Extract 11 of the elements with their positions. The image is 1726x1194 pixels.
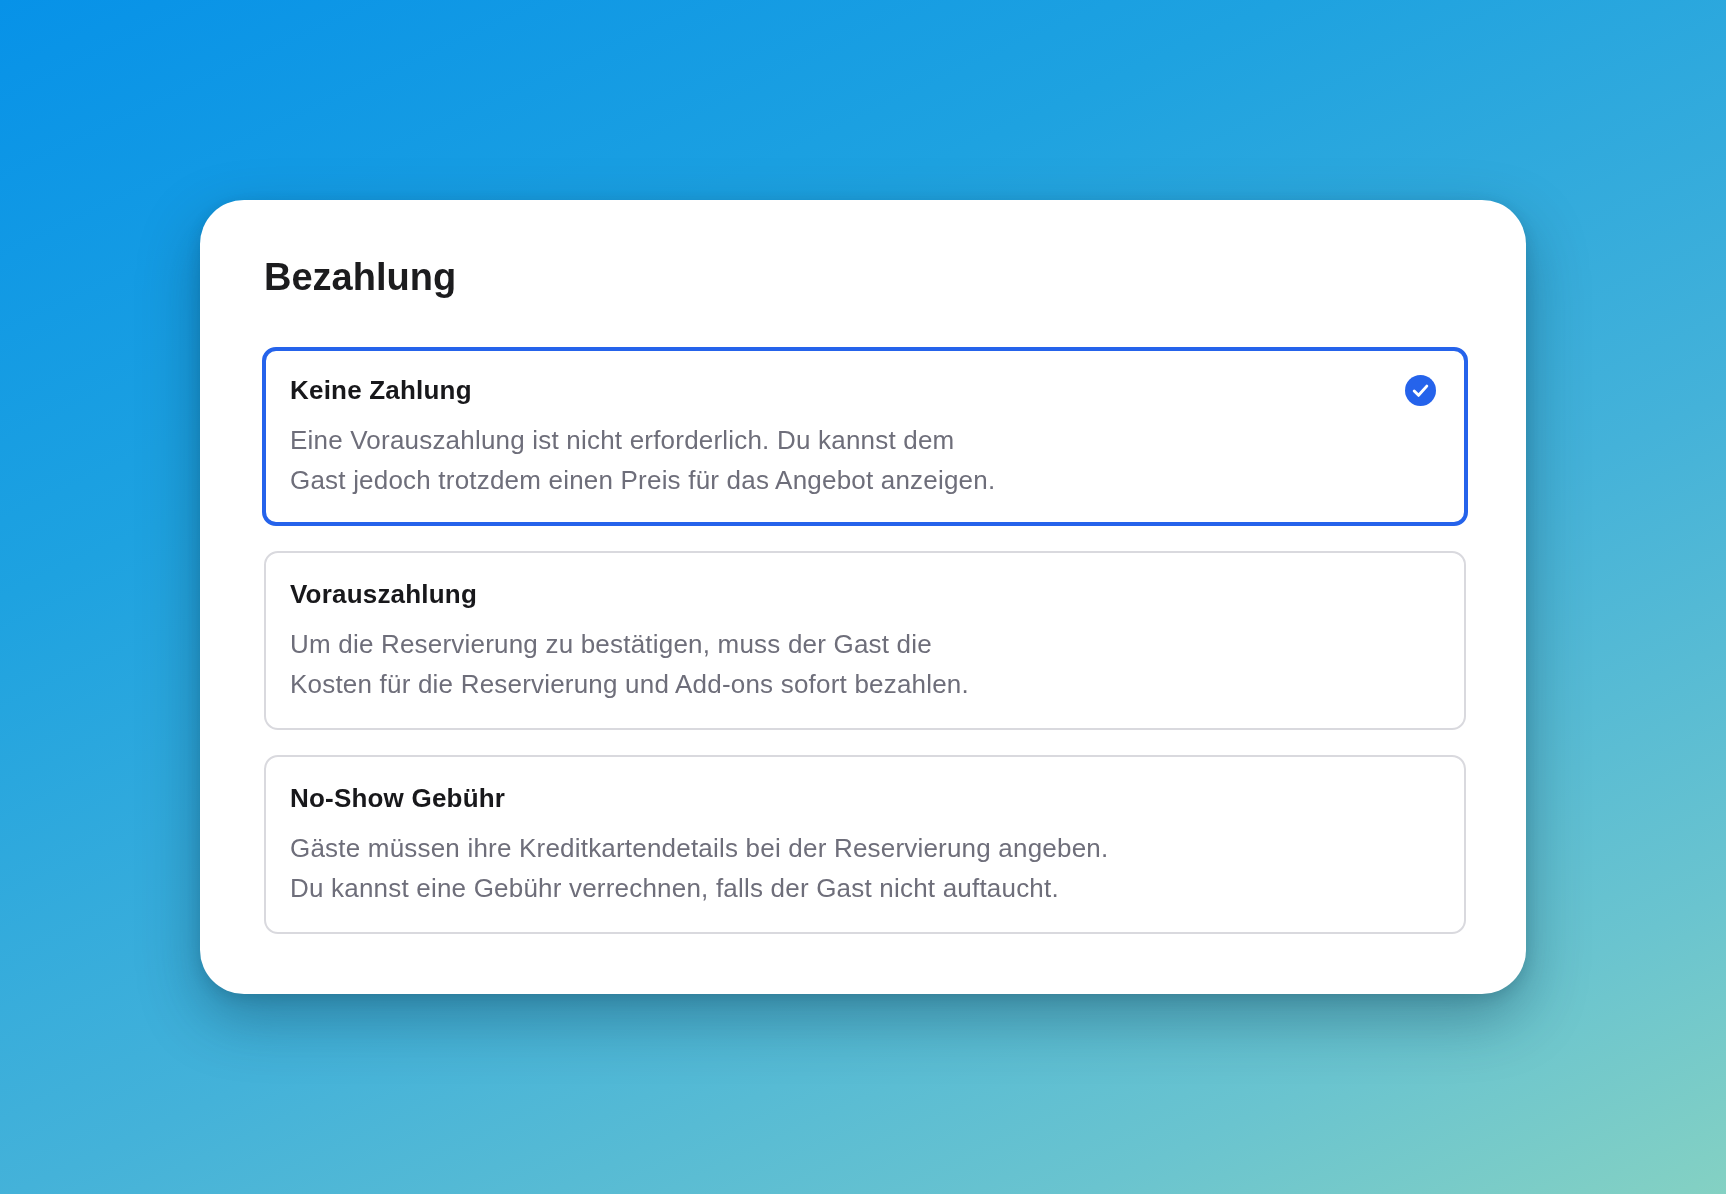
option-description: Eine Vorauszahlung ist nicht erforderlich. Du kannst dem Gast jedoch trotzdem einen Preis für das Angebot anzeigen. [290, 424, 997, 497]
option-description: Gäste müssen ihre Kreditkartendetails bei der Reservierung angeben. Du kannst eine Gebühr verrechnen, falls der Gast nicht auftaucht. [290, 832, 1110, 905]
option-title: Keine Zahlung [290, 374, 472, 407]
option-title: No-Show Gebühr [290, 782, 506, 815]
payment-option[interactable]: Vorauszahlung Um die Reservierung zu bestätigen, muss der Gast die Kosten für die Reservierung und Add-ons sofort bezahlen. [264, 551, 1466, 730]
payment-option[interactable]: No-Show Gebühr Gäste müssen ihre Kreditkartendetails bei der Reservierung angeben. Du kannst eine Gebühr verrechnen, falls der Gast nicht auftaucht. [264, 755, 1466, 934]
option-description: Um die Reservierung zu bestätigen, muss der Gast die Kosten für die Reservierung und Add-ons sofort bezahlen. [290, 628, 970, 701]
card-title: Bezahlung [264, 255, 458, 300]
check-icon [1405, 374, 1436, 406]
payment-option[interactable]: Keine Zahlung Eine Vorauszahlung ist nicht erforderlich. Du kannst dem Gast jedoch trotzdem einen Preis für das Angebot anzeigen. [262, 347, 1468, 526]
option-title: Vorauszahlung [290, 578, 478, 611]
